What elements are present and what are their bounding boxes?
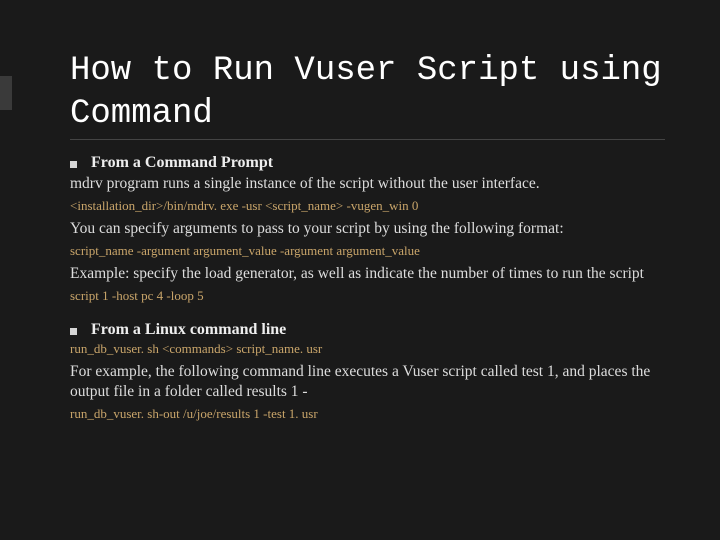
cmd-example: script 1 -host pc 4 -loop 5	[70, 288, 665, 305]
bullet-square-icon	[70, 161, 77, 168]
slide: How to Run Vuser Script using Command Fr…	[0, 0, 720, 540]
side-tab	[0, 76, 12, 110]
cmd-args-format: script_name -argument argument_value -ar…	[70, 243, 665, 260]
body-args-desc: You can specify arguments to pass to you…	[70, 219, 665, 239]
body-mdrv-desc: mdrv program runs a single instance of t…	[70, 174, 665, 194]
bullet-command-prompt: From a Command Prompt	[70, 154, 665, 172]
bullet-square-icon	[70, 328, 77, 335]
spacer	[70, 309, 665, 319]
bullet-text: From a Linux command line	[91, 321, 286, 339]
body-linux-example: For example, the following command line …	[70, 362, 665, 402]
bullet-linux: From a Linux command line	[70, 321, 665, 339]
slide-content: From a Command Prompt mdrv program runs …	[70, 154, 665, 423]
slide-title: How to Run Vuser Script using Command	[70, 50, 665, 140]
body-example-desc: Example: specify the load generator, as …	[70, 264, 665, 284]
cmd-linux-example: run_db_vuser. sh-out /u/joe/results 1 -t…	[70, 406, 665, 423]
cmd-mdrv: <installation_dir>/bin/mdrv. exe -usr <s…	[70, 198, 665, 215]
bullet-text: From a Command Prompt	[91, 154, 273, 172]
cmd-linux-run: run_db_vuser. sh <commands> script_name.…	[70, 341, 665, 358]
